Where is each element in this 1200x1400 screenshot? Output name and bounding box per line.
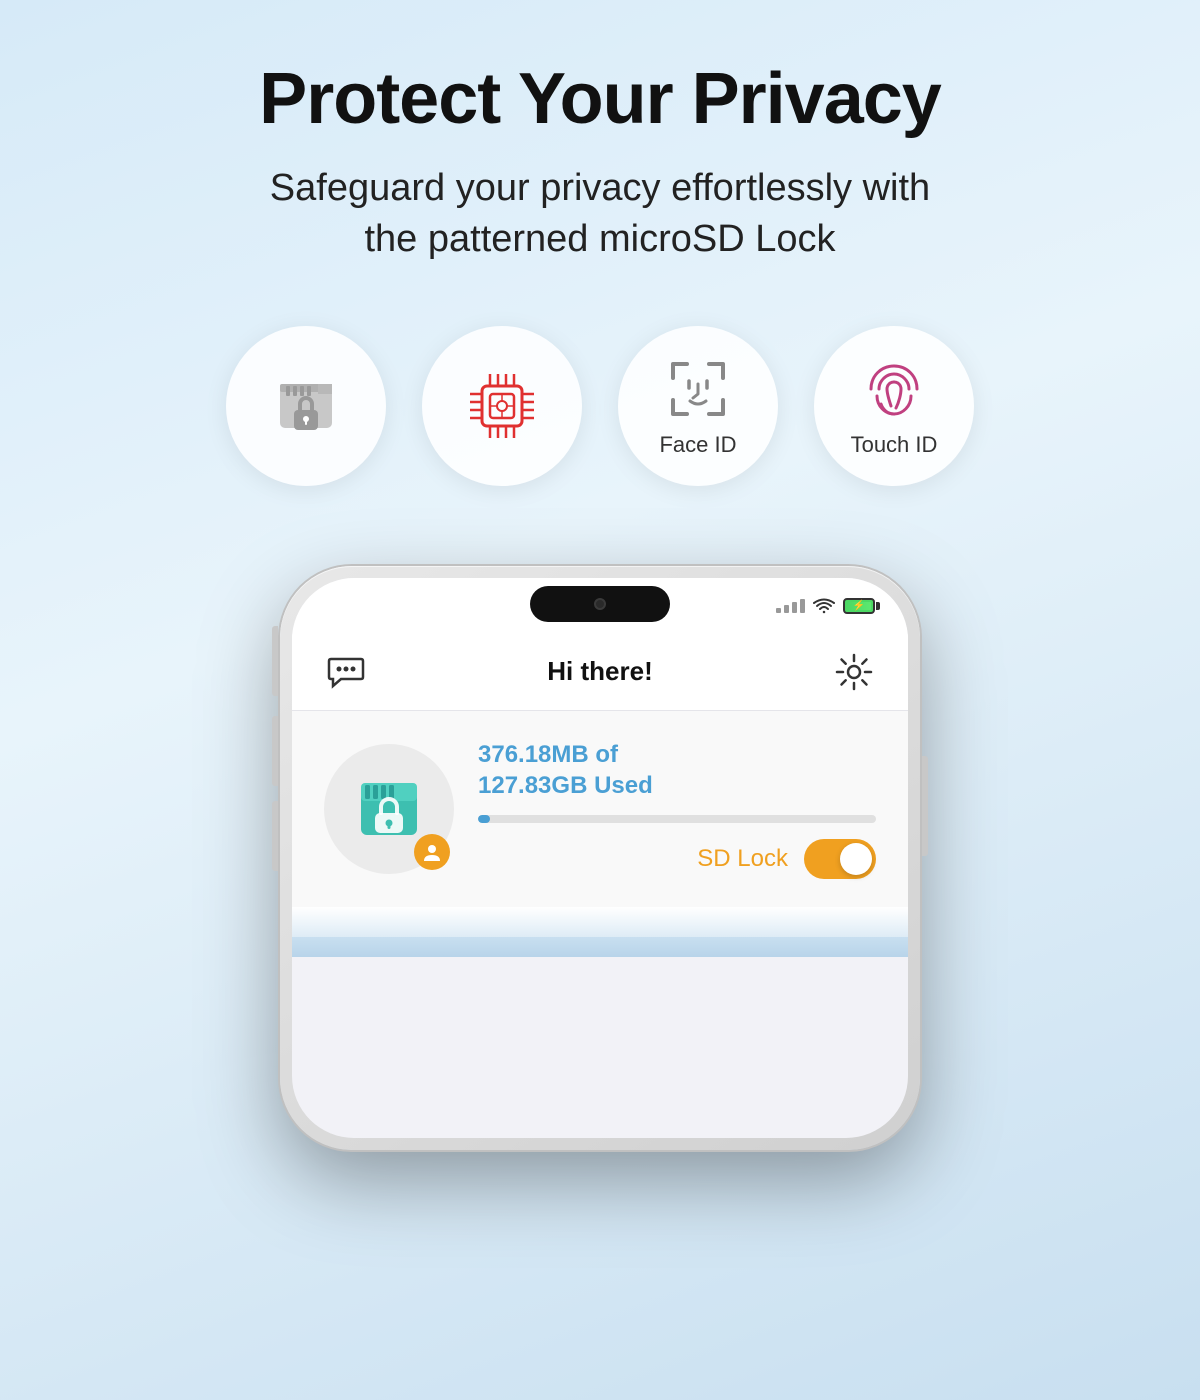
status-right: ⚡ bbox=[776, 598, 880, 614]
page-subtitle: Safeguard your privacy effortlessly with… bbox=[270, 163, 930, 266]
sd-card-app-icon bbox=[349, 769, 429, 849]
phone-mockup: ⚡ bbox=[250, 566, 950, 1150]
sd-lock-label: SD Lock bbox=[697, 845, 788, 873]
face-id-svg-icon bbox=[663, 354, 733, 424]
touch-id-label: Touch ID bbox=[851, 432, 938, 458]
chip-icon bbox=[462, 366, 542, 446]
signal-indicator bbox=[776, 599, 805, 613]
app-content: Hi there! bbox=[292, 634, 908, 957]
toggle-knob bbox=[840, 843, 872, 875]
chat-icon bbox=[327, 655, 365, 689]
app-header: Hi there! bbox=[292, 634, 908, 710]
user-icon bbox=[421, 841, 443, 863]
face-id-label: Face ID bbox=[659, 432, 736, 458]
storage-progress-bar bbox=[478, 815, 876, 823]
bottom-peek bbox=[292, 907, 908, 957]
touch-id-svg-icon bbox=[859, 354, 929, 424]
storage-text: 376.18MB of 127.83GB Used bbox=[478, 739, 876, 801]
sd-lock-row: SD Lock bbox=[478, 839, 876, 879]
sd-lock-feature bbox=[226, 326, 386, 486]
phone-outer-frame: ⚡ bbox=[280, 566, 920, 1150]
chip-feature bbox=[422, 326, 582, 486]
phone-screen: ⚡ bbox=[292, 578, 908, 1138]
status-bar: ⚡ bbox=[292, 578, 908, 634]
battery-icon: ⚡ bbox=[843, 598, 880, 614]
sd-lock-toggle[interactable] bbox=[804, 839, 876, 879]
chat-button[interactable] bbox=[324, 650, 368, 694]
camera-indicator bbox=[594, 598, 606, 610]
settings-button[interactable] bbox=[832, 650, 876, 694]
feature-icons-row: Face ID Touch ID bbox=[226, 326, 974, 486]
sd-info-right: 376.18MB of 127.83GB Used SD Lock bbox=[478, 739, 876, 879]
settings-icon bbox=[835, 653, 873, 691]
page-headline: Protect Your Privacy bbox=[259, 60, 941, 139]
face-id-feature: Face ID bbox=[618, 326, 778, 486]
storage-progress-fill bbox=[478, 815, 490, 823]
sd-lock-icon bbox=[266, 366, 346, 446]
sd-info-section: 376.18MB of 127.83GB Used SD Lock bbox=[292, 711, 908, 907]
sd-card-visual bbox=[324, 744, 454, 874]
touch-id-feature: Touch ID bbox=[814, 326, 974, 486]
user-badge bbox=[414, 834, 450, 870]
page-container: Protect Your Privacy Safeguard your priv… bbox=[0, 0, 1200, 1400]
app-title: Hi there! bbox=[368, 656, 832, 687]
wifi-icon bbox=[813, 598, 835, 614]
dynamic-island bbox=[530, 586, 670, 622]
